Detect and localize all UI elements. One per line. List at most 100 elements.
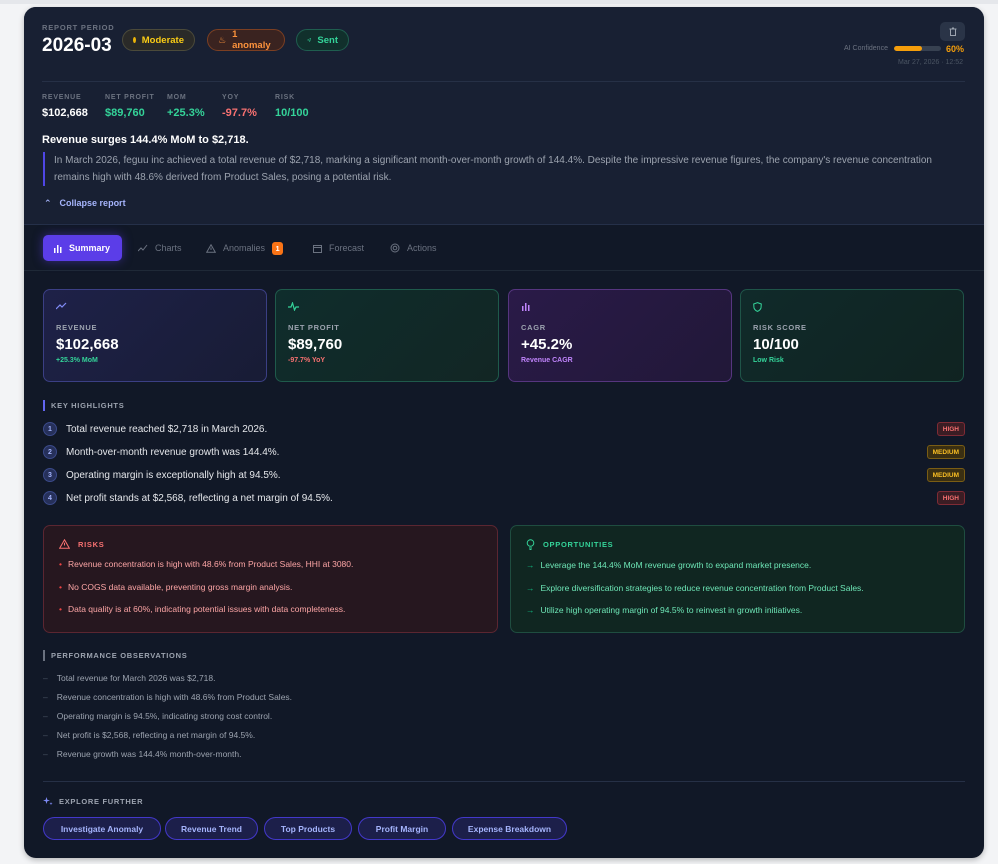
tab-label: Charts <box>155 243 182 253</box>
delete-button[interactable] <box>940 22 965 41</box>
bar-chart-icon <box>54 244 62 253</box>
collapse-label: Collapse report <box>59 198 126 208</box>
status-dot-icon <box>133 37 136 43</box>
metric-label: RISK <box>275 94 295 101</box>
anomaly-count-badge: 1 <box>272 241 284 255</box>
arrow-right-icon: → <box>526 605 535 615</box>
dash-icon: – <box>43 692 48 702</box>
sent-label: Sent <box>317 34 338 46</box>
report-card: REPORT PERIOD 2026-03 Moderate ♨ 1 anoma… <box>24 7 984 858</box>
observations-title: PERFORMANCE OBSERVATIONS <box>51 651 188 660</box>
opportunity-text: Leverage the 144.4% MoM revenue growth t… <box>540 560 812 570</box>
warning-icon <box>206 243 216 253</box>
chip-profit-margin[interactable]: Profit Margin <box>358 817 446 840</box>
highlight-item: 3 Operating margin is exceptionally high… <box>43 466 965 484</box>
observation-text: Revenue growth was 144.4% month-over-mon… <box>56 749 242 759</box>
top-edge <box>0 0 998 4</box>
explore-heading: EXPLORE FURTHER <box>43 796 143 806</box>
anomaly-badge[interactable]: ♨ 1 anomaly <box>207 29 285 51</box>
metric-net-profit: NET PROFIT $89,760 <box>105 94 155 119</box>
kpi-card-risk-score: RISK SCORE 10/100 Low Risk <box>740 289 964 382</box>
opportunity-item: → Explore diversification strategies to r… <box>526 583 949 594</box>
opportunities-title: OPPORTUNITIES <box>543 540 614 549</box>
warning-icon <box>59 539 70 549</box>
highlight-number: 2 <box>43 445 57 459</box>
opportunity-item: → Utilize high operating margin of 94.5% … <box>526 605 949 616</box>
risk-item: • Revenue concentration is high with 48.6… <box>59 559 482 570</box>
tab-forecast[interactable]: Forecast <box>303 235 374 261</box>
metric-value: $89,760 <box>105 107 145 119</box>
period-label: REPORT PERIOD <box>42 23 115 32</box>
chip-top-products[interactable]: Top Products <box>264 817 352 840</box>
highlight-text: Operating margin is exceptionally high a… <box>66 469 281 481</box>
highlight-number: 4 <box>43 491 57 505</box>
tab-anomalies[interactable]: Anomalies 1 <box>196 235 293 261</box>
period-value: 2026-03 <box>42 35 112 56</box>
metric-value: $102,668 <box>42 107 88 119</box>
risks-list: • Revenue concentration is high with 48.6… <box>59 559 482 615</box>
metric-label: REVENUE <box>42 94 82 101</box>
metric-label: MOM <box>167 94 187 101</box>
opportunities-heading: OPPORTUNITIES <box>526 539 949 550</box>
kpi-value: $89,760 <box>288 336 343 353</box>
kpi-value: +45.2% <box>521 336 573 353</box>
highlight-item: 1 Total revenue reached $2,718 in March … <box>43 420 965 438</box>
observation-item: – Operating margin is 94.5%, indicating s… <box>43 711 272 721</box>
opportunities-list: → Leverage the 144.4% MoM revenue growth … <box>526 560 949 616</box>
priority-badge: HIGH <box>936 491 965 505</box>
priority-badge: MEDIUM <box>926 468 965 482</box>
highlight-item: 4 Net profit stands at $2,568, reflectin… <box>43 489 965 507</box>
chip-investigate-anomaly[interactable]: Investigate Anomaly <box>43 817 161 840</box>
sent-badge: Sent <box>296 29 349 51</box>
arrow-right-icon: → <box>526 560 535 570</box>
collapse-report-link[interactable]: ⌃ Collapse report <box>44 198 126 209</box>
confidence-fill <box>894 46 923 51</box>
kpi-card-cagr: CAGR +45.2% Revenue CAGR <box>508 289 732 382</box>
fire-icon: ♨ <box>218 34 227 45</box>
bar-chart-icon <box>521 302 719 314</box>
kpi-label: CAGR <box>521 323 546 332</box>
sparkles-icon <box>43 797 53 806</box>
kpi-sub: +25.3% MoM <box>56 357 98 364</box>
kpi-sub: -97.7% YoY <box>288 357 326 364</box>
metric-revenue: REVENUE $102,668 <box>42 94 88 119</box>
confidence-value: 60% <box>946 44 965 54</box>
send-icon <box>307 37 312 43</box>
chip-revenue-trend[interactable]: Revenue Trend <box>165 817 258 840</box>
highlights-title: KEY HIGHLIGHTS <box>51 401 125 410</box>
highlights-heading: KEY HIGHLIGHTS <box>43 400 124 411</box>
chip-expense-breakdown[interactable]: Expense Breakdown <box>452 817 567 840</box>
highlight-item: 2 Month-over-month revenue growth was 14… <box>43 443 965 461</box>
header-divider <box>42 81 965 82</box>
observation-text: Revenue concentration is high with 48.6%… <box>56 692 293 702</box>
tab-summary[interactable]: Summary <box>43 235 122 261</box>
highlight-text: Month-over-month revenue growth was 144.… <box>66 446 280 458</box>
metric-value: 10/100 <box>275 107 309 119</box>
tab-label: Summary <box>69 243 111 253</box>
tab-actions[interactable]: Actions <box>380 235 447 261</box>
kpi-value: 10/100 <box>753 336 799 353</box>
confidence-label: AI Confidence <box>844 45 888 52</box>
report-header: REPORT PERIOD 2026-03 Moderate ♨ 1 anoma… <box>24 7 984 225</box>
highlight-number: 1 <box>43 422 57 436</box>
kpi-label: RISK SCORE <box>753 323 807 332</box>
arrow-right-icon: → <box>526 582 535 593</box>
kpi-card-revenue: REVENUE $102,668 +25.3% MoM <box>43 289 267 382</box>
risks-panel: RISKS • Revenue concentration is high wit… <box>43 525 498 633</box>
kpi-sub: Revenue CAGR <box>521 357 573 364</box>
metric-label: YOY <box>222 94 240 101</box>
tab-label: Anomalies <box>223 243 266 253</box>
bullet-icon: • <box>59 559 62 569</box>
report-timestamp: Mar 27, 2026 · 12:52 <box>898 59 963 66</box>
summary-headline: Revenue surges 144.4% MoM to $2,718. <box>42 134 249 146</box>
tab-label: Actions <box>407 243 437 253</box>
risk-text: Revenue concentration is high with 48.6%… <box>67 559 354 569</box>
confidence-bar <box>894 46 941 51</box>
trash-icon <box>949 27 956 36</box>
observation-item: – Revenue growth was 144.4% month-over-mo… <box>43 749 241 759</box>
moderate-label: Moderate <box>141 34 184 46</box>
metric-risk: RISK 10/100 <box>275 94 309 119</box>
opportunity-text: Utilize high operating margin of 94.5% t… <box>540 605 803 615</box>
tab-charts[interactable]: Charts <box>128 235 192 261</box>
highlight-number: 3 <box>43 468 57 482</box>
